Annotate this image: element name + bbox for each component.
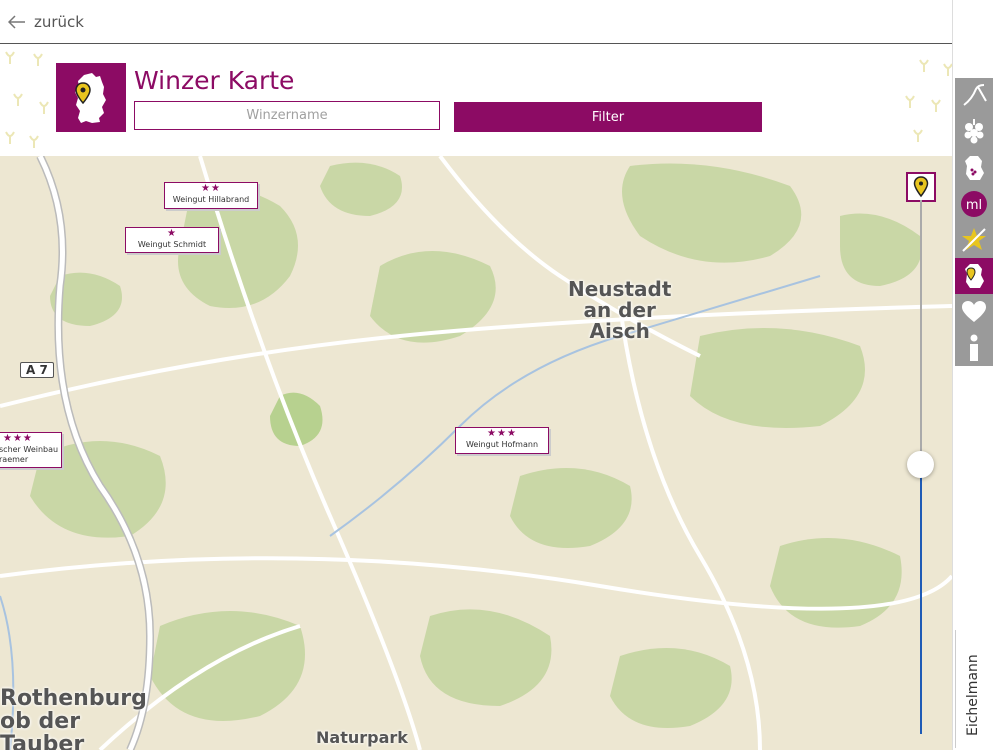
heart-icon	[962, 301, 986, 322]
map-pin-icon	[913, 176, 929, 198]
winery-marker-partial[interactable]: ★★★ scher Weinbau raemer	[0, 432, 62, 468]
rating-stars: ★	[167, 228, 177, 239]
zoom-slider-handle[interactable]	[907, 451, 934, 478]
back-button[interactable]: zurück	[8, 10, 84, 34]
winery-name: scher Weinbau raemer	[0, 445, 59, 464]
sidebar-nav: ml	[955, 78, 993, 366]
rating-stars: ★★	[201, 183, 221, 194]
city-label-naturpark: Naturpark	[316, 728, 408, 747]
zoom-track[interactable]	[920, 200, 922, 464]
winery-name: Weingut Hofmann	[465, 440, 539, 449]
region-icon	[965, 156, 984, 180]
author-label: Eichelmann	[965, 654, 981, 736]
map-view[interactable]: Neustadt an der Aisch Rothenburg ob der Taub…	[0, 156, 952, 750]
winery-marker-schmidt[interactable]: ★ Weingut Schmidt	[125, 227, 219, 253]
winery-marker-hofmann[interactable]: ★★★ Weingut Hofmann	[455, 427, 549, 454]
rating-stars: ★★★	[3, 433, 33, 444]
wine-glass-icon	[963, 84, 987, 106]
sidebar-item-map[interactable]	[955, 258, 993, 294]
top-bar: zurück	[0, 0, 952, 44]
filter-button[interactable]: Filter	[454, 102, 762, 132]
sidebar-item-ml[interactable]: ml	[955, 186, 993, 222]
ml-logo-icon: ml	[961, 191, 987, 217]
winemaker-search-input[interactable]	[134, 101, 440, 130]
zoom-track-filled[interactable]	[920, 464, 922, 734]
sidebar-item-grapes[interactable]	[955, 114, 993, 150]
page-title: Winzer Karte	[134, 66, 295, 95]
grapes-icon	[964, 119, 984, 144]
sidebar-item-info[interactable]	[955, 330, 993, 366]
star-award-icon	[962, 228, 986, 252]
header-panel: Winzer Karte Filter	[0, 44, 952, 156]
svg-text:ml: ml	[966, 198, 982, 213]
rating-stars: ★★★	[487, 428, 517, 439]
winery-name: Weingut Hillabrand	[172, 195, 250, 204]
my-location-button[interactable]	[906, 172, 936, 202]
sidebar-item-favorites[interactable]	[955, 294, 993, 330]
city-label-rothenburg: Rothenburg ob der Tauber	[0, 686, 147, 750]
author-label-box: Eichelmann	[955, 630, 994, 748]
winery-name: Weingut Schmidt	[137, 240, 207, 249]
germany-map-logo	[56, 63, 126, 132]
arrow-left-icon	[8, 15, 25, 29]
info-icon	[970, 334, 978, 361]
winery-marker-hillabrand[interactable]: ★★ Weingut Hillabrand	[164, 182, 258, 209]
sidebar-item-wine[interactable]	[955, 78, 993, 114]
sidebar-item-award[interactable]	[955, 222, 993, 258]
germany-map-icon	[75, 73, 106, 123]
road-shield-a7: A 7	[20, 362, 54, 378]
germany-map-icon	[965, 264, 984, 288]
city-label-neustadt: Neustadt an der Aisch	[568, 277, 672, 343]
sidebar-item-region[interactable]	[955, 150, 993, 186]
back-label: zurück	[34, 13, 84, 31]
